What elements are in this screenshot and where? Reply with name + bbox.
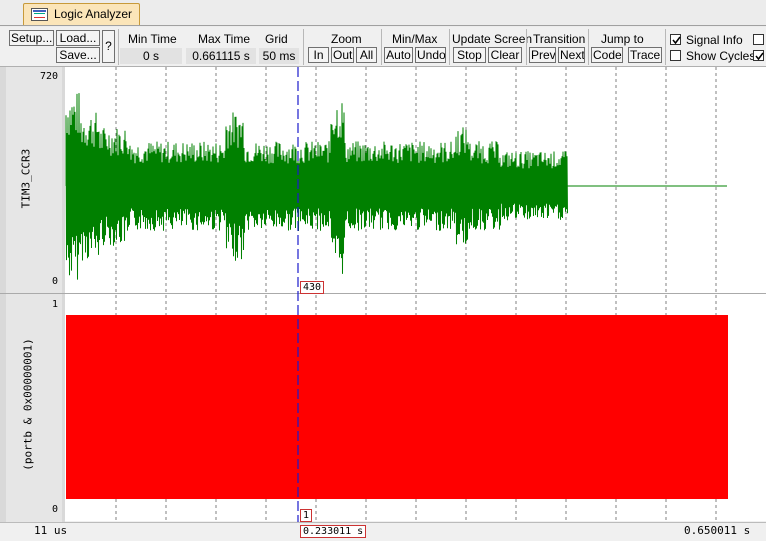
minmax-auto-button[interactable]: Auto: [384, 47, 413, 63]
grid-label: Grid: [265, 32, 288, 46]
jump-to-label: Jump to: [601, 32, 644, 46]
zoom-label: Zoom: [331, 32, 362, 46]
update-screen-label: Update Screen: [452, 32, 533, 46]
tab-logic-analyzer[interactable]: Logic Analyzer: [23, 3, 140, 25]
cursor-analog-value: 430: [300, 281, 325, 294]
transition-next-button[interactable]: Next: [558, 47, 585, 63]
extra-checkbox-1[interactable]: [753, 34, 764, 45]
transition-label: Transition: [533, 32, 586, 46]
time-end-label: 0.650011 s: [684, 524, 751, 537]
save-button[interactable]: Save...: [56, 47, 100, 63]
analog-signal-waveform: [65, 93, 568, 280]
transition-prev-button[interactable]: Prev: [529, 47, 556, 63]
help-button[interactable]: ?: [102, 30, 115, 63]
cursor-time-label: 0.233011 s: [300, 525, 367, 538]
setup-button[interactable]: Setup...: [9, 30, 54, 46]
update-stop-button[interactable]: Stop: [453, 47, 486, 63]
cursor-digital-value: 1: [300, 509, 313, 522]
grid-value: 50 ms: [259, 48, 299, 64]
digital-signal-waveform: [66, 315, 728, 499]
signal-info-checkbox[interactable]: [670, 34, 681, 45]
waveform-area[interactable]: TIM3_CCR3 720 0 (portb & 0x00000001) 1 0…: [0, 67, 766, 541]
zoom-all-button[interactable]: All: [356, 47, 377, 63]
max-time-label: Max Time: [198, 32, 251, 46]
zoom-in-button[interactable]: In: [308, 47, 329, 63]
show-cycles-checkbox[interactable]: [670, 50, 681, 61]
zoom-out-button[interactable]: Out: [331, 47, 354, 63]
logic-analyzer-icon: [31, 8, 48, 21]
tab-strip: Logic Analyzer: [0, 0, 766, 27]
toolbar: Setup... Load... Save... ? Min Time 0 s …: [0, 27, 766, 67]
minmax-label: Min/Max: [392, 32, 438, 46]
show-cycles-label: Show Cycles: [686, 49, 756, 63]
jump-code-button[interactable]: Code: [591, 47, 623, 63]
checkmark-icon: [755, 52, 764, 61]
max-time-value: 0.661115 s: [186, 48, 256, 64]
extra-checkbox-2[interactable]: [753, 50, 764, 61]
tab-title: Logic Analyzer: [54, 7, 133, 21]
min-time-label: Min Time: [128, 32, 177, 46]
time-axis: 11 us 0.233011 s 0.650011 s: [0, 522, 766, 541]
min-time-value: 0 s: [120, 48, 182, 64]
time-start-label: 11 us: [34, 524, 68, 537]
update-clear-button[interactable]: Clear: [488, 47, 522, 63]
minmax-undo-button[interactable]: Undo: [415, 47, 446, 63]
checkmark-icon: [672, 36, 681, 45]
jump-trace-button[interactable]: Trace: [628, 47, 662, 63]
waveform-canvas: [65, 67, 728, 522]
signal-info-label: Signal Info: [686, 33, 743, 47]
load-button[interactable]: Load...: [56, 30, 100, 46]
